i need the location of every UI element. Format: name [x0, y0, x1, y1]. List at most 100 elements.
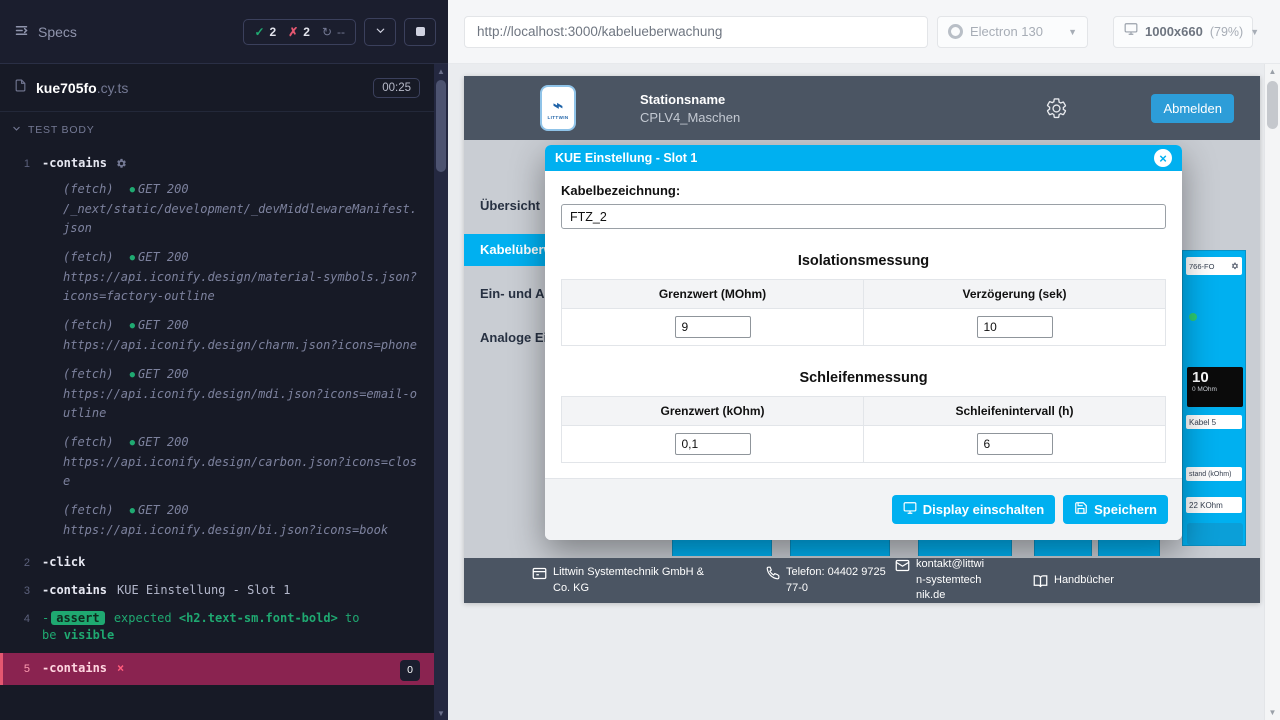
spec-timer: 00:25 — [373, 78, 420, 98]
suite-test-body[interactable]: TEST BODY — [0, 112, 434, 148]
modal-footer: Display einschalten Speichern — [545, 478, 1182, 540]
littwin-logo: ⌁ LITTWIN — [540, 85, 576, 131]
specs-toggle-button[interactable]: Specs — [14, 23, 77, 41]
footer-company: Littwin Systemtechnik GmbH & Co. KG — [532, 565, 704, 596]
fetch-url: https://api.iconify.design/bi.json?icons… — [63, 521, 420, 540]
screen: Specs ✓2 ✗2 ↻-- kue705fo.cy.ts 00:25 — [0, 0, 1280, 720]
chevron-down-icon — [375, 24, 386, 39]
spec-header: kue705fo.cy.ts 00:25 — [0, 64, 434, 112]
command-assert[interactable]: 4 -assert expected <h2.text-sm.font-bold… — [0, 605, 434, 649]
scroll-up-arrow[interactable]: ▲ — [1265, 64, 1280, 79]
grenzwert-mohm-input[interactable] — [675, 316, 751, 338]
collapse-all-button[interactable] — [364, 18, 396, 46]
grenzwert-kohm-input[interactable] — [675, 433, 751, 455]
fetch-log-entry[interactable]: (fetch)●GET 200 /_next/static/developmen… — [0, 179, 434, 247]
floppy-save-icon — [1074, 501, 1088, 518]
command-contains-1[interactable]: 1 -contains — [0, 150, 434, 179]
cable-label: Kabel 5 — [1186, 415, 1242, 429]
column-header: Grenzwert (kOhm) — [562, 397, 864, 426]
fetch-log-entry[interactable]: (fetch)●GET 200 https://api.iconify.desi… — [0, 432, 434, 500]
url-input[interactable] — [464, 16, 928, 48]
electron-browser-icon — [948, 24, 963, 39]
aut-stage: ⌁ LITTWIN Stationsname CPLV4_Maschen Abm… — [448, 64, 1264, 720]
logout-button[interactable]: Abmelden — [1151, 94, 1234, 123]
status-dot-icon: ● — [130, 185, 135, 195]
scroll-up-arrow[interactable]: ▲ — [434, 64, 448, 78]
command-click[interactable]: 2 -click — [0, 549, 434, 577]
cypress-runner-panel: Specs ✓2 ✗2 ↻-- kue705fo.cy.ts 00:25 — [0, 0, 448, 720]
runner-scrollbar[interactable]: ▲ ▼ — [434, 64, 448, 720]
step-number: 2 — [0, 554, 30, 572]
fail-x-icon: × — [117, 660, 124, 677]
isolationsmessung-table: Grenzwert (MOhm) Verzögerung (sek) — [561, 279, 1166, 346]
scroll-down-arrow[interactable]: ▼ — [434, 706, 448, 720]
aut-topbar: Electron 130 ▼ 1000x660 (79%) ▼ — [448, 0, 1280, 64]
app-under-test: ⌁ LITTWIN Stationsname CPLV4_Maschen Abm… — [464, 76, 1260, 603]
chevron-down-icon: ▼ — [1068, 27, 1077, 37]
x-icon: ✗ — [288, 25, 298, 39]
command-log: 1 -contains (fetch)●GET 200 /_next/stati… — [0, 148, 434, 685]
status-dot-icon: ● — [130, 370, 135, 380]
command-options-gear-icon — [116, 157, 127, 174]
assert-element: <h2.text-sm.font-bold> — [179, 611, 338, 625]
assert-badge: assert — [51, 611, 104, 625]
footer-manuals-link[interactable]: Handbücher — [1033, 573, 1114, 589]
verzoegerung-sek-input[interactable] — [977, 316, 1053, 338]
suite-title: TEST BODY — [28, 124, 95, 136]
stop-icon — [416, 27, 425, 36]
anchor-icon: ⌁ — [553, 97, 563, 114]
step-number: 4 — [0, 610, 30, 628]
column-header: Grenzwert (MOhm) — [562, 280, 864, 309]
modal-title: KUE Einstellung - Slot 1 — [555, 151, 697, 165]
step-number: 1 — [0, 155, 30, 173]
contact-card-icon — [532, 566, 547, 581]
schleifenintervall-input[interactable] — [977, 433, 1053, 455]
status-dot-icon: ● — [130, 506, 135, 516]
step-number: 5 — [3, 660, 30, 678]
close-button[interactable]: × — [1154, 149, 1172, 167]
page-scrollbar[interactable]: ▲ ▼ — [1264, 64, 1280, 720]
settings-gear-icon[interactable] — [1045, 97, 1068, 120]
column-header: Schleifenintervall (h) — [864, 397, 1166, 426]
column-header: Verzögerung (sek) — [864, 280, 1166, 309]
footer-email[interactable]: kontakt@littwin-systemtechnik.de — [895, 557, 987, 603]
fetch-url: https://api.iconify.design/mdi.json?icon… — [63, 385, 420, 423]
cable-row-label: stand (kOhm) — [1186, 467, 1242, 481]
chevron-down-icon: ▼ — [1250, 27, 1259, 37]
command-contains-failed[interactable]: 5 -contains × 0 — [0, 653, 434, 685]
aut-panel: Electron 130 ▼ 1000x660 (79%) ▼ ⌁ LITTWI… — [448, 0, 1280, 720]
retry-count-badge: 0 — [400, 660, 420, 681]
app-content: Übersicht Kabelüberw Ein- und Au Analoge… — [464, 140, 1260, 558]
monitor-icon — [903, 501, 917, 518]
scrollbar-thumb[interactable] — [436, 80, 446, 172]
phone-icon — [766, 566, 780, 580]
scroll-down-arrow[interactable]: ▼ — [1265, 705, 1280, 720]
fetch-url: https://api.iconify.design/carbon.json?i… — [63, 453, 420, 491]
scrollbar-thumb[interactable] — [1267, 81, 1278, 129]
step-number: 3 — [0, 582, 30, 600]
cable-row-value: 22 KOhm — [1186, 497, 1242, 513]
failed-count: ✗2 — [288, 25, 310, 39]
spec-name[interactable]: kue705fo.cy.ts — [36, 80, 128, 96]
stop-run-button[interactable] — [404, 18, 436, 46]
fetch-log-entry[interactable]: (fetch)●GET 200 https://api.iconify.desi… — [0, 364, 434, 432]
browser-select[interactable]: Electron 130 ▼ — [937, 16, 1088, 48]
app-footer: Littwin Systemtechnik GmbH & Co. KG Tele… — [464, 558, 1260, 603]
assert-message: -assert expected <h2.text-sm.font-bold> … — [42, 610, 374, 644]
fetch-log-entry[interactable]: (fetch)●GET 200 https://api.iconify.desi… — [0, 247, 434, 315]
viewport-select[interactable]: 1000x660 (79%) ▼ — [1113, 16, 1253, 48]
status-dot-icon: ● — [130, 321, 135, 331]
fetch-log-entry[interactable]: (fetch)●GET 200 https://api.iconify.desi… — [0, 315, 434, 364]
kabelbezeichnung-input[interactable] — [561, 204, 1166, 229]
monitor-icon — [1124, 22, 1138, 41]
speichern-button[interactable]: Speichern — [1063, 495, 1168, 524]
fetch-log-entry[interactable]: (fetch)●GET 200 https://api.iconify.desi… — [0, 500, 434, 549]
passed-count: ✓2 — [254, 25, 276, 39]
display-einschalten-button[interactable]: Display einschalten — [892, 495, 1055, 524]
kabelbezeichnung-label: Kabelbezeichnung: — [561, 183, 1166, 198]
runner-header: Specs ✓2 ✗2 ↻-- — [0, 0, 448, 64]
command-name: -contains — [42, 582, 107, 599]
kue-settings-modal: KUE Einstellung - Slot 1 × Kabelbezeichn… — [545, 145, 1182, 540]
spec-extension: .cy.ts — [97, 80, 129, 96]
command-contains-2[interactable]: 3 -contains KUE Einstellung - Slot 1 — [0, 577, 434, 605]
